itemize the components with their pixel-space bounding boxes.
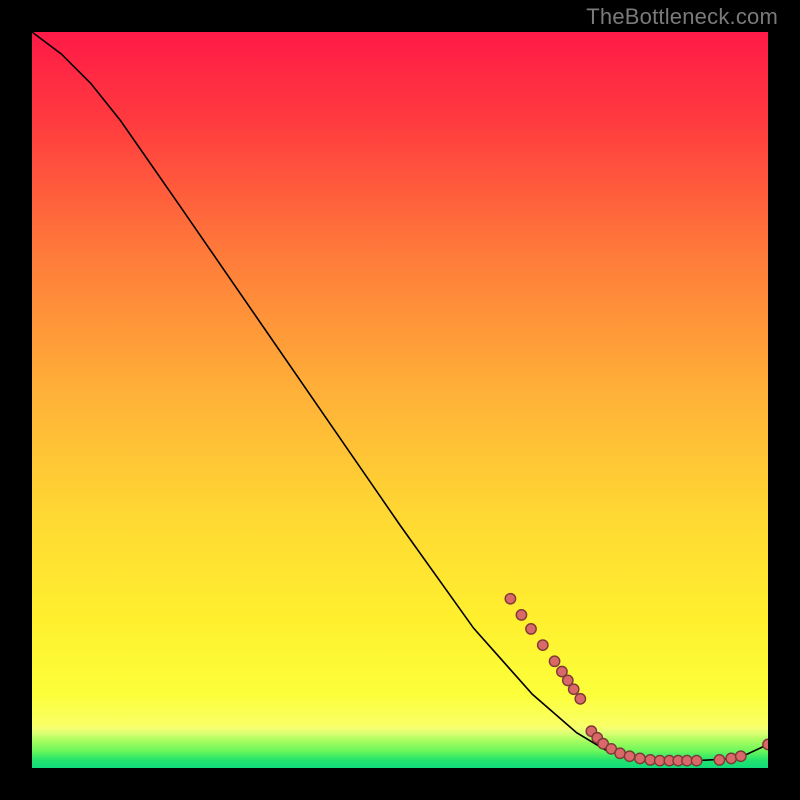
chart-svg	[32, 32, 768, 768]
curve-marker	[655, 755, 665, 765]
curve-marker	[516, 610, 526, 620]
curve-marker	[615, 748, 625, 758]
curve-marker	[575, 694, 585, 704]
curve-marker	[569, 684, 579, 694]
curve-marker	[736, 751, 746, 761]
watermark-label: TheBottleneck.com	[586, 4, 778, 30]
curve-marker	[691, 755, 701, 765]
curve-marker	[624, 751, 634, 761]
curve-marker	[714, 755, 724, 765]
curve-marker	[505, 594, 515, 604]
curve-marker	[635, 753, 645, 763]
curve-marker	[726, 753, 736, 763]
gradient-background	[32, 32, 768, 768]
curve-marker	[549, 656, 559, 666]
curve-marker	[645, 755, 655, 765]
curve-marker	[682, 755, 692, 765]
plot-area	[32, 32, 768, 768]
curve-marker	[538, 640, 548, 650]
curve-marker	[763, 739, 768, 749]
curve-marker	[526, 624, 536, 634]
chart-frame: TheBottleneck.com	[0, 0, 800, 800]
